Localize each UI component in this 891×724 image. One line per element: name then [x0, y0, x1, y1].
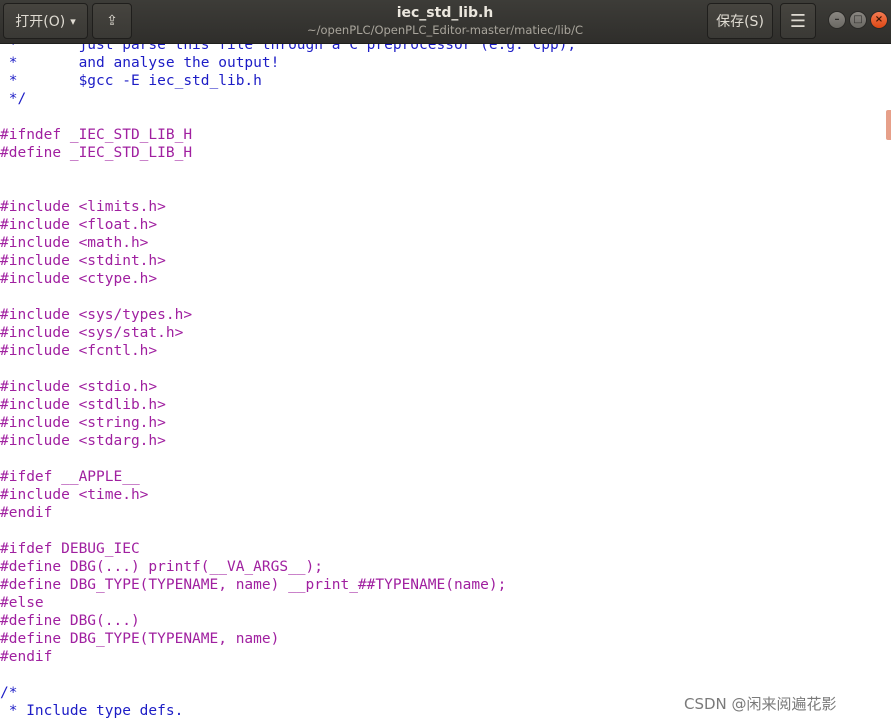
code-line: #endif: [0, 505, 53, 521]
code-line: * $gcc -E iec_std_lib.h: [0, 73, 262, 89]
code-line: * just parse this file through a C prepr…: [0, 44, 577, 53]
code-line: #include <string.h>: [0, 415, 166, 431]
code-line: #include <stdlib.h>: [0, 397, 166, 413]
code-line: #define DBG(...) printf(__VA_ARGS__);: [0, 559, 324, 575]
minimize-button[interactable]: –: [828, 11, 846, 29]
window-title: iec_std_lib.h ~/openPLC/OpenPLC_Editor-m…: [260, 4, 630, 38]
code-line: #endif: [0, 649, 53, 665]
code-line: #define _IEC_STD_LIB_H: [0, 145, 193, 161]
open-label: 打开(O): [15, 14, 66, 30]
code-line: * and analyse the output!: [0, 55, 280, 71]
file-path: ~/openPLC/OpenPLC_Editor-master/matiec/l…: [307, 23, 583, 37]
code-line: #include <math.h>: [0, 235, 149, 251]
header-bar: 打开(O) ▾ ⇪ iec_std_lib.h ~/openPLC/OpenPL…: [0, 0, 891, 44]
code-line: #include <time.h>: [0, 487, 149, 503]
save-label: 保存(S): [716, 14, 764, 30]
code-line: #ifndef _IEC_STD_LIB_H: [0, 127, 193, 143]
hamburger-menu-button[interactable]: ☰: [780, 3, 816, 39]
window-controls: – □ ×: [828, 11, 888, 29]
maximize-button[interactable]: □: [849, 11, 867, 29]
watermark: CSDN @闲来阅遍花影: [684, 693, 837, 714]
code-line: #else: [0, 595, 44, 611]
new-document-button[interactable]: ⇪: [92, 3, 132, 39]
open-button[interactable]: 打开(O) ▾: [3, 3, 88, 39]
code-line: #define DBG_TYPE(TYPENAME, name): [0, 631, 280, 647]
code-line: #include <stdio.h>: [0, 379, 158, 395]
code-line: #include <stdarg.h>: [0, 433, 166, 449]
hamburger-menu-icon: ☰: [789, 10, 807, 32]
close-button[interactable]: ×: [870, 11, 888, 29]
scrollbar-indicator[interactable]: [886, 110, 891, 140]
code-line: #ifdef __APPLE__: [0, 469, 140, 485]
code-line: #include <limits.h>: [0, 199, 166, 215]
code-line: #include <fcntl.h>: [0, 343, 158, 359]
chevron-down-icon: ▾: [70, 14, 76, 28]
new-document-icon: ⇪: [106, 13, 118, 29]
maximize-icon: □: [853, 14, 863, 25]
file-name: iec_std_lib.h: [396, 5, 494, 21]
minimize-icon: –: [834, 14, 840, 25]
code-line: #ifdef DEBUG_IEC: [0, 541, 140, 557]
save-button[interactable]: 保存(S): [707, 3, 773, 39]
close-icon: ×: [874, 14, 884, 25]
code-line: #include <stdint.h>: [0, 253, 166, 269]
code-line: #include <float.h>: [0, 217, 158, 233]
code-line: #include <sys/types.h>: [0, 307, 193, 323]
code-line: #include <ctype.h>: [0, 271, 158, 287]
code-line: #define DBG_TYPE(TYPENAME, name) __print…: [0, 577, 507, 593]
code-line: #define DBG(...): [0, 613, 140, 629]
code-line: #include <sys/stat.h>: [0, 325, 184, 341]
code-area[interactable]: * just parse this file through a C prepr…: [0, 44, 891, 720]
text-editor[interactable]: * just parse this file through a C prepr…: [0, 44, 891, 724]
code-line: */: [0, 91, 27, 107]
